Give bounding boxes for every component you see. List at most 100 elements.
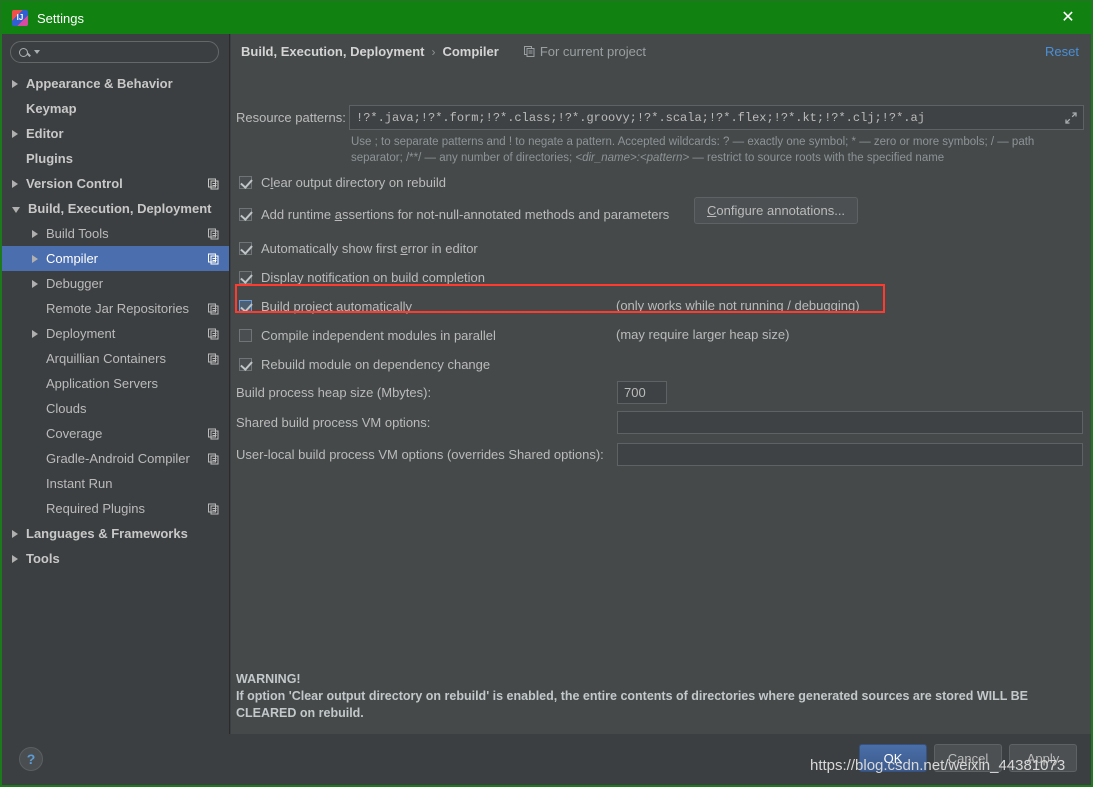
checkbox-add-runtime-assertions-for-not-null-annotated-[interactable]: [239, 207, 252, 221]
sidebar-item-label: Gradle-Android Compiler: [46, 451, 190, 466]
sidebar-item-label: Editor: [26, 126, 64, 141]
checkbox-automatically-show-first-error-in-editor[interactable]: [239, 241, 252, 255]
sidebar-item-keymap[interactable]: Keymap: [2, 96, 229, 121]
field-label-2: User-local build process VM options (ove…: [236, 447, 604, 462]
warning-body: If option 'Clear output directory on reb…: [236, 689, 1028, 720]
chevron-down-icon[interactable]: [12, 206, 20, 213]
expand-icon[interactable]: [1063, 110, 1079, 126]
checkbox-label-post: ssertions for not-null-annotated methods…: [341, 206, 670, 222]
checkbox-label: Build project automatically: [261, 299, 412, 314]
sidebar-item-build-tools[interactable]: Build Tools: [2, 221, 229, 246]
chevron-right-icon[interactable]: [32, 329, 38, 338]
sidebar-item-label: Arquillian Containers: [46, 351, 166, 366]
sidebar-item-instant-run[interactable]: Instant Run: [2, 471, 229, 496]
field-input-1[interactable]: [617, 411, 1083, 434]
chevron-right-icon[interactable]: [12, 554, 18, 563]
title-bar: Settings ✕: [2, 2, 1091, 34]
checkbox-row-clear-output-directory-on-rebuild[interactable]: Clear output directory on rebuild: [239, 172, 446, 192]
checkbox-note: (may require larger heap size): [616, 327, 790, 342]
search-input[interactable]: [10, 41, 219, 63]
cancel-button[interactable]: Cancel: [934, 744, 1002, 772]
chevron-down-icon: [34, 50, 40, 54]
sidebar-item-languages-frameworks[interactable]: Languages & Frameworks: [2, 521, 229, 546]
chevron-right-icon[interactable]: [12, 129, 18, 138]
checkbox-label-post: ear output directory on rebuild: [273, 174, 446, 190]
chevron-right-icon[interactable]: [12, 529, 18, 538]
reset-link[interactable]: Reset: [1045, 44, 1079, 59]
ok-button[interactable]: OK: [859, 744, 927, 772]
project-scope-icon: [208, 453, 219, 464]
chevron-right-icon[interactable]: [12, 179, 18, 188]
sidebar-item-debugger[interactable]: Debugger: [2, 271, 229, 296]
sidebar-item-deployment[interactable]: Deployment: [2, 321, 229, 346]
checkbox-row-display-notification-on-build-completion[interactable]: Display notification on build completion: [239, 267, 485, 287]
sidebar-item-gradle-android-compiler[interactable]: Gradle-Android Compiler: [2, 446, 229, 471]
project-scope-icon: [208, 253, 219, 264]
checkbox-label: Rebuild module on dependency change: [261, 357, 490, 372]
sidebar-item-label: Build Tools: [46, 226, 109, 241]
resource-patterns-hint: Use ; to separate patterns and ! to nega…: [351, 134, 1086, 166]
hint-line-2c: — restrict to source roots with the spec…: [689, 152, 945, 164]
checkbox-rebuild-module-on-dependency-change[interactable]: [239, 357, 252, 371]
sidebar-item-remote-jar-repositories[interactable]: Remote Jar Repositories: [2, 296, 229, 321]
checkbox-label-pre: Compile independent modules in parallel: [261, 327, 496, 343]
checkbox-compile-independent-modules-in-parallel[interactable]: [239, 328, 252, 342]
sidebar-item-label: Application Servers: [46, 376, 158, 391]
sidebar-item-version-control[interactable]: Version Control: [2, 171, 229, 196]
sidebar-item-label: Keymap: [26, 101, 77, 116]
checkbox-row-compile-independent-modules-in-parallel[interactable]: Compile independent modules in parallel: [239, 325, 496, 345]
checkbox-row-add-runtime-assertions-for-not-null-annotated-[interactable]: Add runtime assertions for not-null-anno…: [239, 204, 669, 224]
sidebar-item-arquillian-containers[interactable]: Arquillian Containers: [2, 346, 229, 371]
checkbox-clear-output-directory-on-rebuild[interactable]: [239, 175, 252, 189]
close-icon[interactable]: ✕: [1045, 2, 1091, 34]
chevron-right-icon[interactable]: [32, 254, 38, 263]
configure-annotations-button[interactable]: Configure annotations...: [694, 197, 859, 224]
sidebar-item-application-servers[interactable]: Application Servers: [2, 371, 229, 396]
warning-title: WARNING!: [236, 672, 301, 686]
chevron-right-icon[interactable]: [32, 279, 38, 288]
sidebar-item-plugins[interactable]: Plugins: [2, 146, 229, 171]
sidebar-item-label: Languages & Frameworks: [26, 526, 188, 541]
settings-panel: Build, Execution, Deployment › Compiler …: [231, 34, 1091, 734]
sidebar-item-label: Version Control: [26, 176, 123, 191]
sidebar-item-coverage[interactable]: Coverage: [2, 421, 229, 446]
field-input-2[interactable]: [617, 443, 1083, 466]
apply-button[interactable]: Apply: [1009, 744, 1077, 772]
intellij-logo-icon: [12, 10, 28, 26]
configure-annotations-mnemonic: C: [707, 203, 717, 218]
checkbox-label: Clear output directory on rebuild: [261, 175, 446, 190]
sidebar-item-tools[interactable]: Tools: [2, 546, 229, 571]
breadcrumb-root[interactable]: Build, Execution, Deployment: [241, 44, 424, 59]
sidebar-item-label: Compiler: [46, 251, 99, 266]
checkbox-build-project-automatically[interactable]: [239, 299, 252, 313]
checkbox-row-build-project-automatically[interactable]: Build project automatically: [239, 296, 412, 316]
checkbox-label-pre: Rebuild module on dependency change: [261, 356, 491, 372]
configure-annotations-label: onfigure annotations...: [716, 203, 846, 218]
chevron-right-icon[interactable]: [12, 79, 18, 88]
checkbox-label-pre: Display notification on build completion: [261, 269, 486, 285]
sidebar-item-required-plugins[interactable]: Required Plugins: [2, 496, 229, 521]
settings-dialog: Settings ✕ Appearance & Behavior Keymap Ed…: [0, 0, 1093, 787]
hint-line-2: separator; /**/ — any number of director…: [351, 150, 1086, 166]
hint-line-1: Use ; to separate patterns and ! to nega…: [351, 136, 1035, 148]
resource-patterns-field[interactable]: [349, 105, 1084, 130]
window-title: Settings: [37, 10, 84, 26]
chevron-right-icon[interactable]: [32, 229, 38, 238]
sidebar-item-label: Tools: [26, 551, 60, 566]
checkbox-label-mnemonic: a: [334, 206, 342, 222]
checkbox-display-notification-on-build-completion[interactable]: [239, 270, 252, 284]
checkbox-label-pre: C: [261, 174, 271, 190]
checkbox-row-rebuild-module-on-dependency-change[interactable]: Rebuild module on dependency change: [239, 354, 490, 374]
project-scope-icon: [208, 353, 219, 364]
sidebar-item-clouds[interactable]: Clouds: [2, 396, 229, 421]
help-icon[interactable]: ?: [19, 747, 43, 771]
checkbox-label: Add runtime assertions for not-null-anno…: [261, 207, 669, 222]
sidebar-item-compiler[interactable]: Compiler: [2, 246, 229, 271]
sidebar-item-build-execution-deployment[interactable]: Build, Execution, Deployment: [2, 196, 229, 221]
sidebar-item-editor[interactable]: Editor: [2, 121, 229, 146]
field-input-0[interactable]: [617, 381, 667, 404]
sidebar-item-appearance-behavior[interactable]: Appearance & Behavior: [2, 71, 229, 96]
resource-patterns-input[interactable]: [356, 110, 1057, 125]
sidebar-item-label: Clouds: [46, 401, 87, 416]
checkbox-row-automatically-show-first-error-in-editor[interactable]: Automatically show first error in editor: [239, 238, 478, 258]
